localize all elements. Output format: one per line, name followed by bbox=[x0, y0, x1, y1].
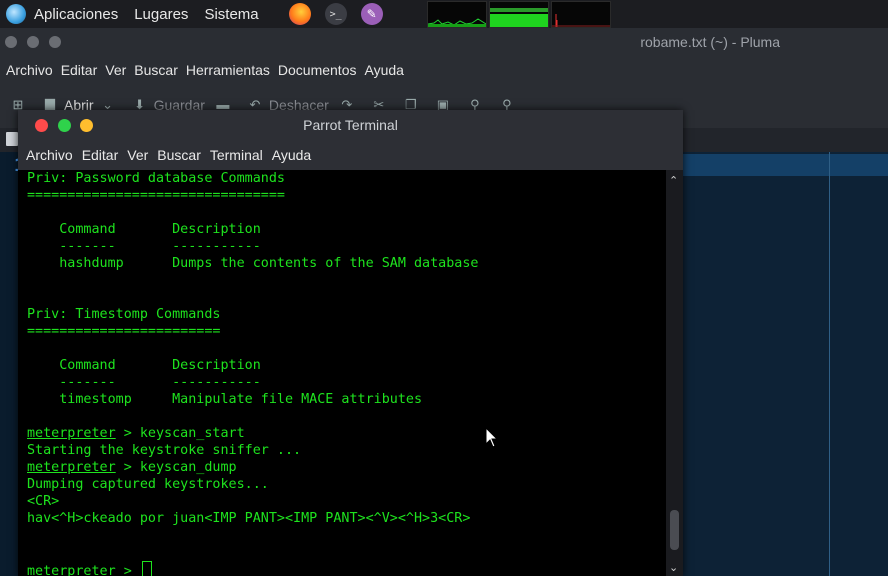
terminal-line: meterpreter > bbox=[27, 561, 666, 576]
terminal-window-title: Parrot Terminal bbox=[303, 117, 398, 133]
terminal-line: <CR> bbox=[27, 494, 60, 509]
terminal-line: ------- ----------- bbox=[27, 239, 261, 254]
pluma-menu-buscar[interactable]: Buscar bbox=[134, 62, 178, 78]
terminal-command: > keyscan_dump bbox=[115, 460, 237, 475]
network-graph bbox=[552, 14, 610, 27]
right-margin-guide bbox=[829, 152, 830, 576]
pluma-maximize-button[interactable] bbox=[27, 36, 39, 48]
terminal-line: meterpreter > keyscan_dump bbox=[27, 459, 666, 476]
terminal-menu-archivo[interactable]: Archivo bbox=[26, 147, 73, 163]
terminal-line: Command Description bbox=[27, 358, 261, 373]
terminal-window: Parrot Terminal Archivo Editar Ver Busca… bbox=[18, 110, 683, 576]
terminal-line: Priv: Timestomp Commands bbox=[27, 307, 221, 322]
terminal-prompt: meterpreter bbox=[27, 460, 116, 475]
cpu-graph bbox=[428, 18, 486, 27]
pluma-window-title: robame.txt (~) - Pluma bbox=[640, 34, 780, 50]
terminal-output[interactable]: Priv: Password database Commands ========… bbox=[18, 170, 666, 576]
terminal-menubar: Archivo Editar Ver Buscar Terminal Ayuda bbox=[18, 140, 683, 170]
terminal-line: Command Description bbox=[27, 222, 261, 237]
terminal-line: Priv: Password database Commands bbox=[27, 171, 285, 186]
scroll-up-icon[interactable]: ⌃ bbox=[669, 174, 678, 187]
pluma-menu-archivo[interactable]: Archivo bbox=[6, 62, 53, 78]
pluma-menu-ayuda[interactable]: Ayuda bbox=[364, 62, 403, 78]
pluma-titlebar[interactable]: robame.txt (~) - Pluma bbox=[0, 28, 888, 56]
terminal-line: Starting the keystroke sniffer ... bbox=[27, 443, 302, 458]
pluma-menu-herramientas[interactable]: Herramientas bbox=[186, 62, 270, 78]
pluma-close-button[interactable] bbox=[5, 36, 17, 48]
pluma-menu-editar[interactable]: Editar bbox=[61, 62, 98, 78]
panel-menu-sistema[interactable]: Sistema bbox=[204, 6, 258, 23]
terminal-line: ------- ----------- bbox=[27, 375, 261, 390]
cpu-monitor[interactable] bbox=[427, 1, 487, 28]
terminal-icon[interactable]: >_ bbox=[324, 3, 347, 25]
terminal-menu-editar[interactable]: Editar bbox=[82, 147, 119, 163]
memory-graph bbox=[490, 8, 548, 27]
terminal-line: ================================ bbox=[27, 188, 285, 203]
scroll-down-icon[interactable]: ⌄ bbox=[669, 561, 678, 574]
text-editor-icon[interactable]: ✎ bbox=[360, 3, 383, 25]
document-tab-icon[interactable] bbox=[6, 132, 18, 146]
terminal-line: timestomp Manipulate file MACE attribute… bbox=[27, 392, 423, 407]
pluma-minimize-button[interactable] bbox=[49, 36, 61, 48]
terminal-command: > keyscan_start bbox=[115, 426, 245, 441]
terminal-line: Dumping captured keystrokes... bbox=[27, 477, 269, 492]
firefox-icon[interactable] bbox=[288, 3, 311, 25]
terminal-line: hav<^H>ckeado por juan<IMP PANT><IMP PAN… bbox=[27, 511, 471, 526]
terminal-scrollbar[interactable]: ⌃ ⌄ bbox=[666, 170, 683, 576]
panel-menu-lugares[interactable]: Lugares bbox=[134, 6, 188, 23]
terminal-menu-ver[interactable]: Ver bbox=[127, 147, 148, 163]
terminal-cursor bbox=[141, 561, 152, 576]
top-panel: Aplicaciones Lugares Sistema >_ ✎ bbox=[0, 0, 888, 28]
parrot-logo-icon[interactable] bbox=[6, 4, 26, 24]
mouse-cursor-icon bbox=[485, 427, 499, 448]
terminal-menu-buscar[interactable]: Buscar bbox=[157, 147, 201, 163]
scrollbar-thumb[interactable] bbox=[670, 510, 679, 550]
network-monitor[interactable] bbox=[551, 1, 611, 28]
terminal-menu-ayuda[interactable]: Ayuda bbox=[272, 147, 311, 163]
pluma-menu-documentos[interactable]: Documentos bbox=[278, 62, 357, 78]
memory-monitor[interactable] bbox=[489, 1, 549, 28]
terminal-command: > bbox=[115, 564, 140, 576]
terminal-titlebar[interactable]: Parrot Terminal bbox=[18, 110, 683, 140]
panel-menu-aplicaciones[interactable]: Aplicaciones bbox=[34, 6, 118, 23]
pluma-menubar: Archivo Editar Ver Buscar Herramientas D… bbox=[0, 56, 888, 84]
terminal-line: meterpreter > keyscan_start bbox=[27, 425, 666, 442]
terminal-line: hashdump Dumps the contents of the SAM d… bbox=[27, 256, 479, 271]
terminal-line: ======================== bbox=[27, 324, 221, 339]
terminal-prompt: meterpreter bbox=[27, 564, 116, 576]
pluma-menu-ver[interactable]: Ver bbox=[105, 62, 126, 78]
terminal-menu-terminal[interactable]: Terminal bbox=[210, 147, 263, 163]
terminal-prompt: meterpreter bbox=[27, 426, 116, 441]
